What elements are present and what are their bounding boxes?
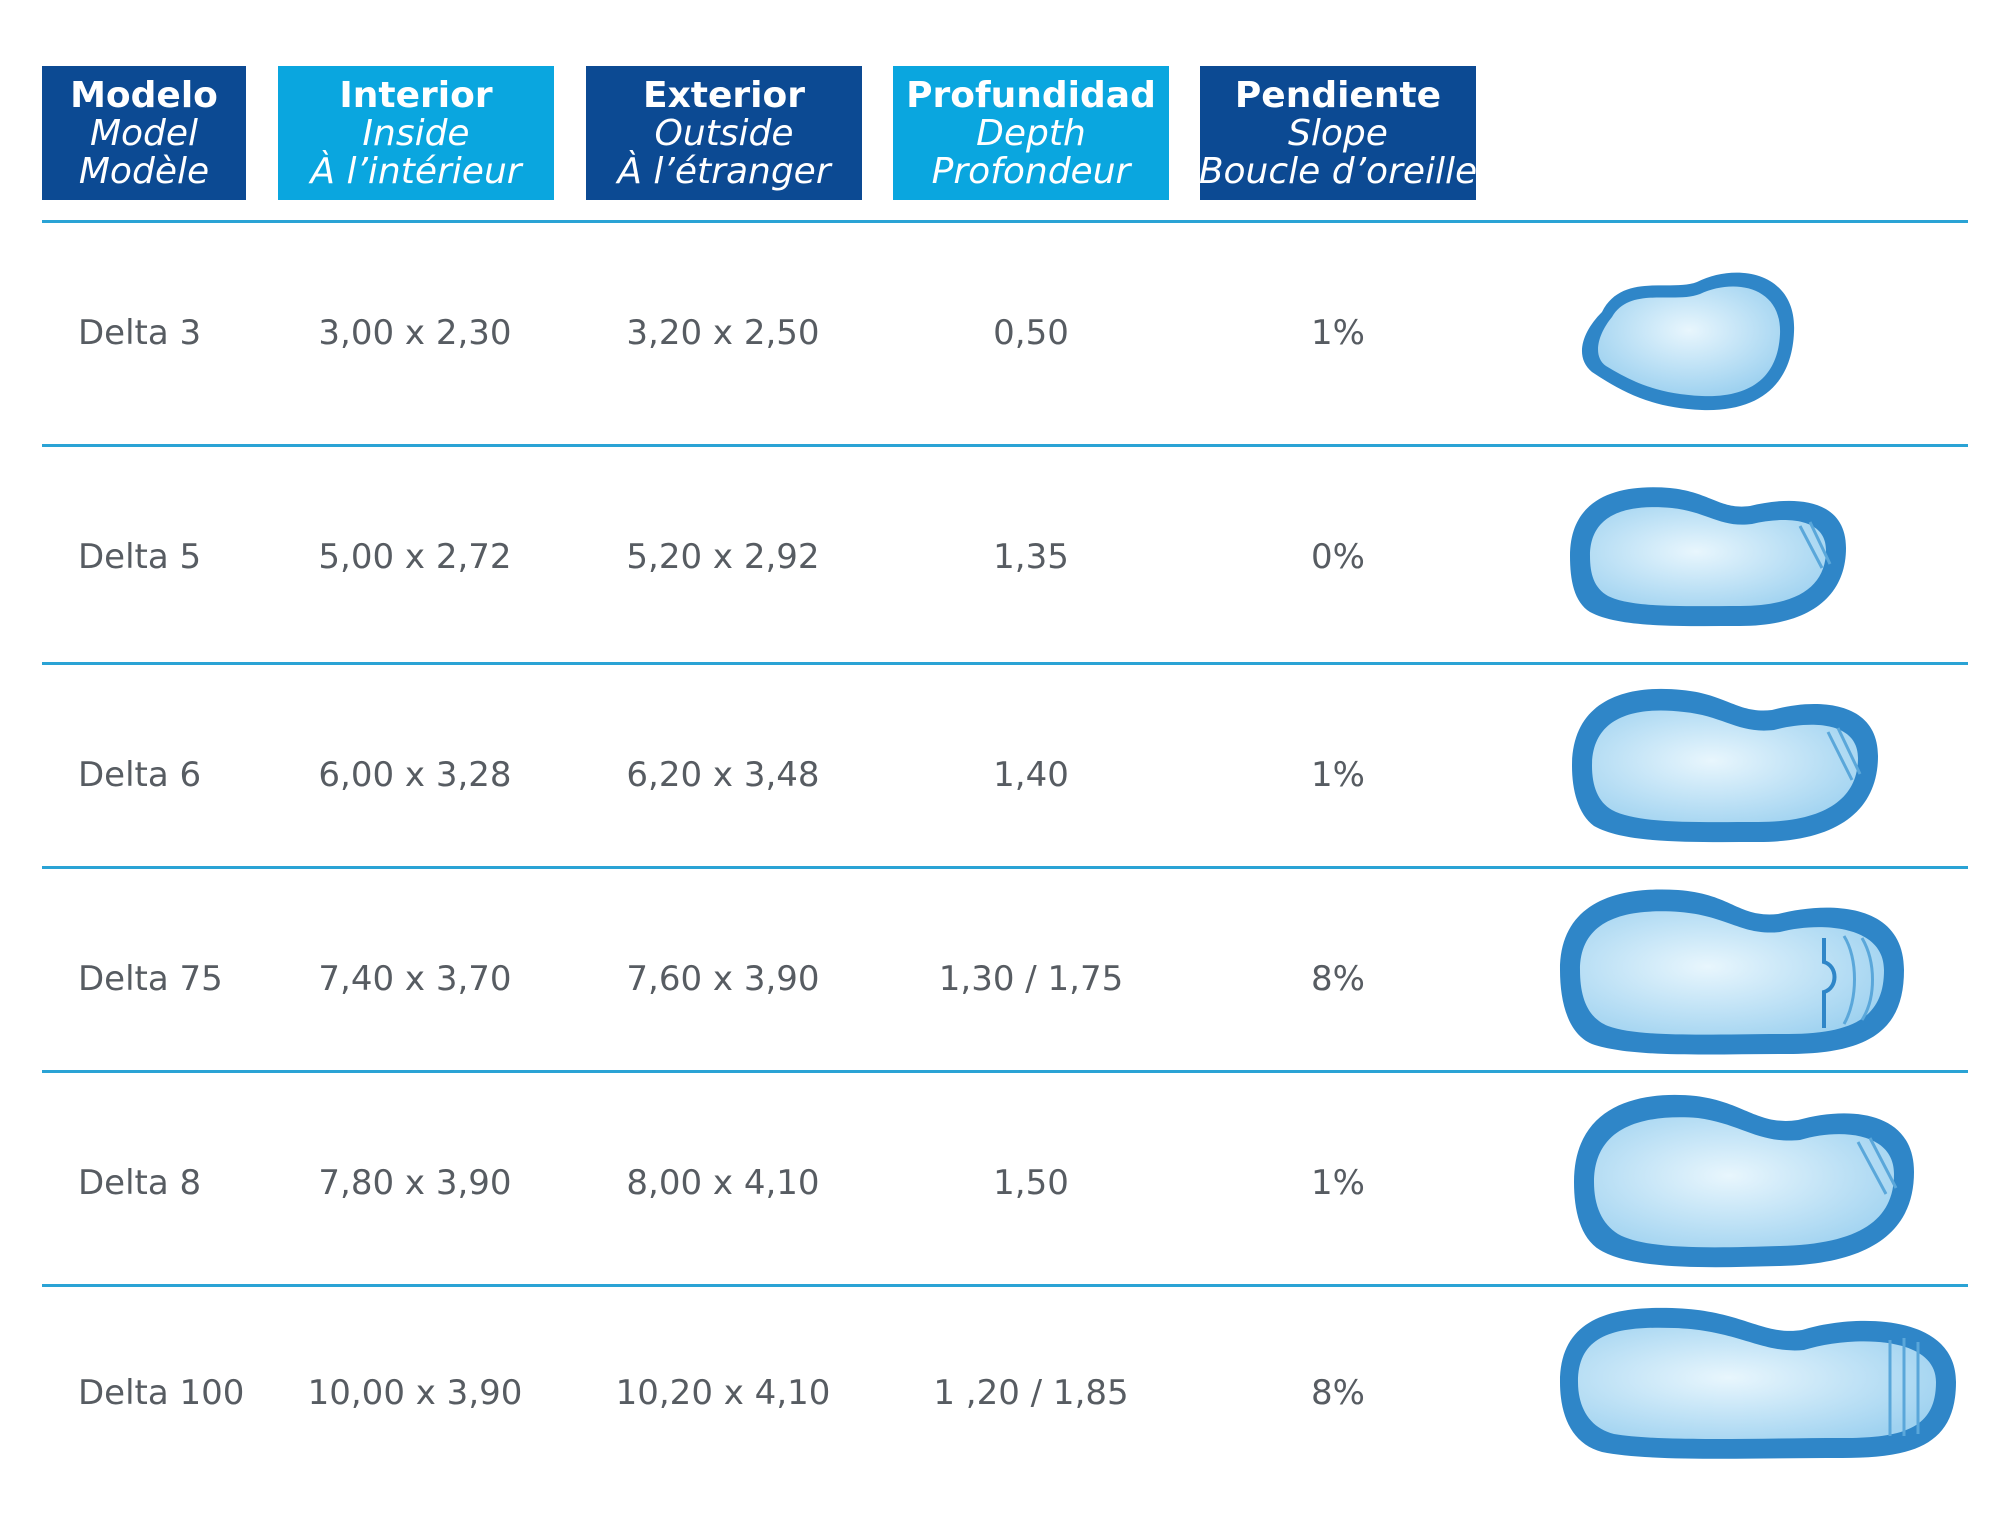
header-outside: Exterior Outside À l’étranger [586, 66, 862, 200]
depth-value: 1,50 [993, 1163, 1069, 1203]
pool-shape-image [1562, 252, 1818, 428]
model-name: Delta 75 [78, 959, 223, 999]
header-depth-es: Profundidad [906, 75, 1156, 116]
header-depth: Profundidad Depth Profondeur [893, 66, 1169, 200]
inside-dimensions: 6,00 x 3,28 [318, 755, 512, 795]
kidney-pool-steps-icon [1574, 1094, 1914, 1268]
row-divider [42, 444, 1968, 447]
header-slope-fr: Boucle d’oreille [1198, 151, 1478, 192]
pool-shape-image [1552, 1296, 1962, 1468]
header-outside-es: Exterior [642, 75, 806, 116]
model-name: Delta 8 [78, 1163, 202, 1203]
header-slope: Pendiente Slope Boucle d’oreille [1198, 66, 1478, 200]
header-model: Modelo Model Modèle [42, 66, 246, 200]
header-depth-fr: Profondeur [931, 151, 1131, 192]
model-name: Delta 6 [78, 755, 202, 795]
header-depth-en: Depth [976, 113, 1086, 154]
row-divider [42, 662, 1968, 665]
depth-value: 1,40 [993, 755, 1069, 795]
header-inside-es: Interior [339, 75, 493, 116]
inside-dimensions: 5,00 x 2,72 [318, 537, 512, 577]
inside-dimensions: 3,00 x 2,30 [318, 313, 512, 353]
slope-value: 0% [1311, 537, 1365, 577]
outside-dimensions: 8,00 x 4,10 [626, 1163, 820, 1203]
kidney-pool-long-icon [1560, 1307, 1956, 1459]
depth-value: 1 ,20 / 1,85 [933, 1373, 1129, 1413]
outside-dimensions: 10,20 x 4,10 [615, 1373, 831, 1413]
header-outside-fr: À l’étranger [617, 151, 831, 192]
slope-value: 1% [1311, 1163, 1365, 1203]
row-divider [42, 866, 1968, 869]
header-model-fr: Modèle [78, 151, 210, 192]
pool-shape-image [1560, 476, 1852, 636]
slope-value: 8% [1311, 959, 1365, 999]
header-model-en: Model [89, 113, 199, 154]
kidney-pool-steps-icon [1570, 487, 1846, 627]
kidney-pool-small-icon [1581, 272, 1795, 411]
depth-value: 0,50 [993, 313, 1069, 353]
model-name: Delta 3 [78, 313, 202, 353]
header-inside-fr: À l’intérieur [310, 151, 522, 192]
slope-value: 8% [1311, 1373, 1365, 1413]
header-slope-es: Pendiente [1234, 75, 1442, 116]
outside-dimensions: 7,60 x 3,90 [626, 959, 820, 999]
outside-dimensions: 3,20 x 2,50 [626, 313, 820, 353]
depth-value: 1,30 / 1,75 [938, 959, 1124, 999]
kidney-pool-steps-icon [1572, 688, 1878, 843]
model-name: Delta 5 [78, 537, 202, 577]
depth-value: 1,35 [993, 537, 1069, 577]
row-divider [42, 1070, 1968, 1073]
pool-shape-image [1564, 1082, 1920, 1276]
inside-dimensions: 7,80 x 3,90 [318, 1163, 512, 1203]
model-name: Delta 100 [78, 1373, 245, 1413]
pool-shape-image [1552, 878, 1910, 1062]
header-slope-en: Slope [1288, 113, 1388, 154]
row-divider [42, 1284, 1968, 1287]
inside-dimensions: 10,00 x 3,90 [307, 1373, 523, 1413]
header-inside-en: Inside [362, 113, 470, 154]
pool-shape-image [1562, 676, 1884, 852]
slope-value: 1% [1311, 313, 1365, 353]
header-outside-en: Outside [654, 113, 794, 154]
outside-dimensions: 5,20 x 2,92 [626, 537, 820, 577]
slope-value: 1% [1311, 755, 1365, 795]
row-divider [42, 220, 1968, 223]
outside-dimensions: 6,20 x 3,48 [626, 755, 820, 795]
header-inside: Interior Inside À l’intérieur [278, 66, 554, 200]
header-model-es: Modelo [70, 75, 218, 116]
kidney-pool-curved-steps-icon [1560, 889, 1904, 1055]
inside-dimensions: 7,40 x 3,70 [318, 959, 512, 999]
